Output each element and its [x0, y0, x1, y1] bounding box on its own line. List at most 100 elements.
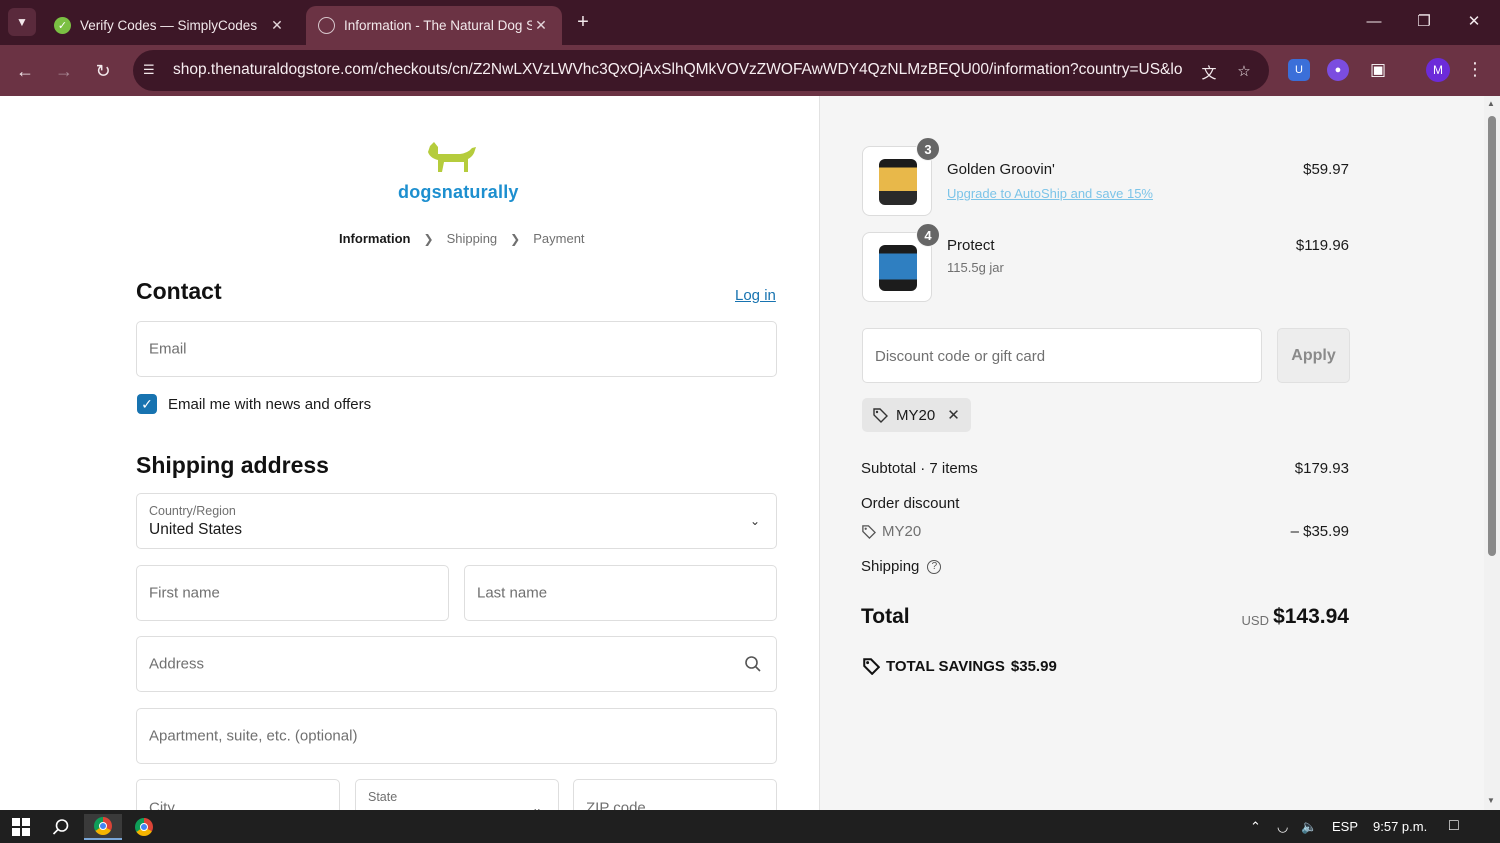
breadcrumb-payment[interactable]: Payment	[533, 231, 584, 246]
minimize-button[interactable]: —	[1354, 10, 1394, 34]
breadcrumb: Information ❯ Shipping ❯ Payment	[339, 231, 585, 246]
email-field[interactable]: Email	[136, 321, 777, 377]
apartment-field[interactable]: Apartment, suite, etc. (optional)	[136, 708, 777, 764]
savings-value: $35.99	[1010, 657, 1057, 675]
autoship-upgrade-link[interactable]: Upgrade to AutoShip and save 15%	[947, 186, 1153, 201]
chrome-taskbar-icon[interactable]	[125, 814, 163, 840]
address-bar[interactable]: ☰ shop.thenaturaldogstore.com/checkouts/…	[133, 50, 1269, 91]
notification-icon[interactable]: □	[1449, 817, 1459, 835]
chevron-down-icon: ⌄	[749, 514, 760, 528]
shipping-row: Shipping ?	[861, 558, 942, 575]
shipping-label: Shipping	[861, 558, 920, 575]
product-thumbnail-golden-groovin: 3	[862, 137, 940, 216]
tab-close-icon[interactable]: ✕	[532, 17, 550, 34]
savings-tag-icon	[863, 658, 880, 675]
checkout-form-column: dogsnaturally Information ❯ Shipping ❯ P…	[0, 96, 819, 810]
product-jar-icon	[879, 245, 917, 291]
apply-button[interactable]: Apply	[1277, 328, 1350, 383]
store-logo[interactable]: dogsnaturally	[398, 140, 518, 208]
country-select[interactable]: Country/Region United States ⌄	[136, 493, 777, 549]
checkout-page: dogsnaturally Information ❯ Shipping ❯ P…	[0, 96, 1484, 810]
city-placeholder: City	[149, 799, 175, 811]
newsletter-checkbox[interactable]: ✓	[137, 394, 157, 414]
product-thumbnail-protect: 4	[862, 223, 940, 302]
state-label: State	[368, 790, 398, 804]
windows-start-icon[interactable]	[2, 814, 40, 840]
chrome-taskbar-icon[interactable]	[84, 814, 122, 840]
back-button[interactable]: ←	[11, 57, 39, 85]
windows-taskbar: ⌃ ◡ 🔈 ESP 9:57 p.m. □	[0, 810, 1500, 843]
item-name: Protect	[947, 237, 995, 254]
last-name-placeholder: Last name	[477, 584, 548, 602]
clock[interactable]: 9:57 p.m.	[1373, 819, 1427, 834]
login-link[interactable]: Log in	[735, 287, 776, 304]
tab-simplycodes[interactable]: ✓ Verify Codes — SimplyCodes ✕	[42, 6, 298, 45]
simplycodes-favicon-icon: ✓	[54, 17, 71, 34]
profile-avatar[interactable]: M	[1426, 58, 1450, 82]
forward-button[interactable]: →	[50, 57, 78, 85]
browser-toolbar: ← → ↻ ☰ shop.thenaturaldogstore.com/chec…	[0, 45, 1500, 96]
new-tab-button[interactable]: +	[571, 11, 595, 35]
discount-code-input[interactable]: Discount code or gift card	[862, 328, 1262, 383]
scroll-down-icon[interactable]: ▼	[1487, 796, 1495, 805]
country-value: United States	[149, 521, 243, 538]
chevron-up-icon[interactable]: ⌃	[1250, 819, 1261, 835]
state-select[interactable]: State ⌄	[355, 779, 559, 810]
zip-field[interactable]: ZIP code	[573, 779, 777, 810]
remove-discount-icon[interactable]: ✕	[947, 406, 960, 424]
tab-natural-dog-store[interactable]: Information - The Natural Dog Store ✕	[306, 6, 562, 45]
translate-icon[interactable]: 文	[1199, 62, 1219, 82]
subtotal-value: $179.93	[1294, 460, 1349, 477]
city-field[interactable]: City	[136, 779, 340, 810]
discount-placeholder: Discount code or gift card	[875, 348, 1046, 365]
last-name-field[interactable]: Last name	[464, 565, 777, 621]
first-name-field[interactable]: First name	[136, 565, 449, 621]
breadcrumb-information: Information	[339, 231, 411, 246]
email-placeholder: Email	[149, 340, 187, 358]
volume-icon[interactable]: 🔈	[1301, 819, 1317, 835]
shield-extension-icon[interactable]: U	[1288, 59, 1310, 81]
wifi-icon[interactable]: ◡	[1277, 819, 1288, 835]
search-icon[interactable]	[42, 814, 80, 840]
applied-code: MY20	[896, 406, 936, 424]
total-savings: TOTAL SAVINGS $35.99	[862, 657, 1057, 675]
scroll-up-icon[interactable]: ▲	[1487, 99, 1495, 108]
currency-code: USD	[1241, 613, 1269, 628]
total-label: Total	[861, 605, 910, 628]
language-indicator[interactable]: ESP	[1332, 819, 1358, 834]
country-label: Country/Region	[149, 504, 236, 518]
tab-search-button[interactable]: ▼	[8, 8, 36, 36]
dog-logo-icon	[428, 142, 476, 172]
url-text[interactable]: shop.thenaturaldogstore.com/checkouts/cn…	[173, 61, 1183, 79]
reload-button[interactable]: ↻	[89, 57, 117, 85]
tab-title: Information - The Natural Dog Store	[344, 18, 532, 33]
discount-code-row: MY20	[861, 523, 921, 540]
item-variant: 115.5g jar	[947, 260, 1004, 275]
breadcrumb-shipping[interactable]: Shipping	[447, 231, 498, 246]
chevron-down-icon: ⌄	[531, 801, 542, 810]
chevron-right-icon: ❯	[423, 231, 434, 246]
tab-strip: ▼ ✓ Verify Codes — SimplyCodes ✕ Informa…	[0, 0, 1500, 45]
contact-heading: Contact	[136, 278, 222, 304]
restore-button[interactable]: ❐	[1404, 10, 1444, 34]
savings-label: TOTAL SAVINGS	[886, 657, 1005, 675]
newsletter-label[interactable]: Email me with news and offers	[168, 396, 371, 413]
subtotal-label: Subtotal · 7 items	[861, 460, 978, 477]
item-name: Golden Groovin'	[947, 161, 1055, 178]
tab-close-icon[interactable]: ✕	[268, 17, 286, 34]
address-field[interactable]: Address	[136, 636, 777, 692]
discount-code: MY20	[882, 523, 922, 540]
page-scrollbar[interactable]: ▲ ▼	[1484, 96, 1500, 810]
extensions-puzzle-icon[interactable]: ▣	[1367, 59, 1389, 81]
globe-favicon-icon	[318, 17, 335, 34]
help-icon[interactable]: ?	[927, 559, 942, 574]
menu-kebab-icon[interactable]: ⋮	[1466, 59, 1484, 80]
close-window-button[interactable]: ✕	[1454, 10, 1494, 34]
applied-discount-tag: MY20 ✕	[862, 398, 971, 432]
item-price: $119.96	[1295, 237, 1349, 254]
search-icon	[745, 656, 761, 672]
simplycodes-extension-icon[interactable]: ●	[1327, 59, 1349, 81]
scrollbar-thumb[interactable]	[1488, 116, 1496, 556]
site-info-icon[interactable]: ☰	[143, 62, 159, 78]
bookmark-star-icon[interactable]: ☆	[1234, 62, 1254, 82]
